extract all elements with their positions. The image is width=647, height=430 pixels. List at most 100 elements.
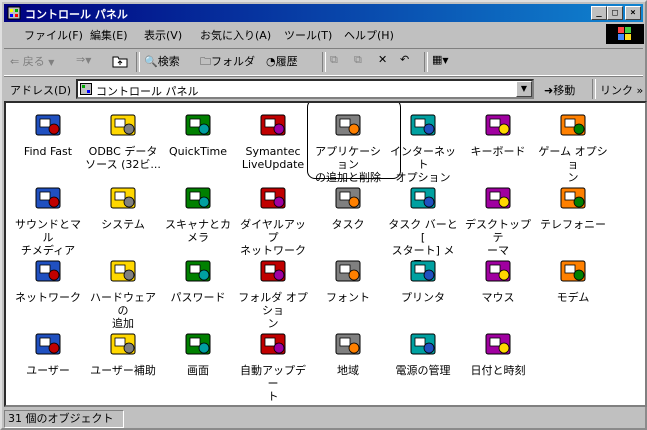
control-panel-item[interactable]: ゲーム オプショ ン [535, 109, 611, 184]
copy-to-icon: ⧉ [354, 53, 362, 66]
fonts-folder-icon [335, 260, 361, 282]
menu-view[interactable]: 表示(V) [144, 27, 182, 43]
links-button[interactable]: リンク » [600, 82, 643, 98]
history-icon: ◔ [266, 55, 276, 68]
address-field[interactable]: コントロール パネル ▼ [76, 79, 534, 99]
date-time-icon [485, 333, 511, 355]
control-panel-item[interactable]: ダイヤルアップ ネットワーク [235, 182, 311, 257]
control-panel-item[interactable]: 電源の管理 [385, 328, 461, 377]
telephony-icon [560, 187, 586, 209]
back-button[interactable]: ⇐ 戻る ▼ [10, 53, 54, 71]
folders-icon: 🗀 [200, 55, 211, 68]
search-button[interactable]: 🔍検索 [144, 53, 180, 71]
delete-button[interactable]: ✕ [378, 53, 387, 71]
address-bar: アドレス(D) コントロール パネル ▼ ➜移動 リンク » [4, 76, 643, 101]
control-panel-item-label: Find Fast [23, 145, 73, 158]
control-panel-item-label: デスクトップ テ ーマ [465, 218, 531, 257]
control-panel-item-label: 地域 [337, 364, 359, 377]
control-panel-item-label: 画面 [187, 364, 209, 377]
control-panel-item[interactable]: マウス [460, 255, 536, 304]
regional-globe-icon [335, 333, 361, 355]
control-panel-item[interactable]: キーボード [460, 109, 536, 158]
up-folder-button[interactable] [112, 53, 128, 71]
control-panel-item-label: テレフォニー [540, 218, 606, 231]
control-panel-item[interactable]: フォント [310, 255, 386, 304]
control-panel-item-label: 自動アップデー ト [240, 364, 306, 403]
undo-button[interactable]: ↶ [400, 53, 409, 71]
control-panel-item[interactable]: パスワード [160, 255, 236, 304]
add-hardware-icon [110, 260, 136, 282]
views-icon: ▦ [432, 53, 443, 66]
display-icon [185, 333, 211, 355]
control-panel-item[interactable]: QuickTime [160, 109, 236, 158]
menu-edit[interactable]: 編集(E) [90, 27, 128, 43]
folders-button[interactable]: 🗀フォルダ [200, 53, 255, 71]
control-panel-item[interactable]: プリンタ [385, 255, 461, 304]
go-arrow-icon: ➜ [544, 84, 554, 97]
up-folder-icon [112, 56, 128, 68]
forward-dropdown-icon[interactable]: ▼ [85, 56, 91, 65]
control-panel-item[interactable]: システム [85, 182, 161, 231]
close-button[interactable]: × [625, 6, 641, 20]
go-button[interactable]: ➜移動 [544, 82, 575, 98]
control-panel-item[interactable]: フォルダ オプショ ン [235, 255, 311, 330]
copy-to-button[interactable]: ⧉ [354, 53, 362, 71]
control-panel-item-label: フォルダ オプショ ン [238, 291, 308, 330]
views-button[interactable]: ▦▼ [432, 53, 449, 71]
delete-icon: ✕ [378, 53, 388, 66]
toolbar-separator [424, 52, 428, 72]
control-panel-item[interactable]: ODBC データ ソース (32ビ... [85, 109, 161, 171]
standard-toolbar: ⇐ 戻る ▼ ⇒▼ 🔍検索 🗀フォルダ ◔履歴 ⧉ ⧉ ✕ ↶ ▦▼ [4, 48, 643, 76]
control-panel-item[interactable]: サウンドとマル チメディア [10, 182, 86, 257]
control-panel-item[interactable]: タスク [310, 182, 386, 231]
internet-options-icon [410, 114, 436, 136]
title-bar[interactable]: コントロール パネル _ □ × [4, 4, 643, 22]
control-panel-item[interactable]: スキャナとカメラ [160, 182, 236, 244]
control-panel-item[interactable]: 自動アップデー ト [235, 328, 311, 403]
control-panel-item[interactable]: モデム [535, 255, 611, 304]
control-panel-item-label: ハードウェアの 追加 [90, 291, 156, 330]
control-panel-item[interactable]: ユーザー補助 [85, 328, 161, 377]
control-panel-item[interactable]: ユーザー [10, 328, 86, 377]
control-panel-item[interactable]: ハードウェアの 追加 [85, 255, 161, 330]
control-panel-item[interactable]: デスクトップ テ ーマ [460, 182, 536, 257]
network-icon [35, 260, 61, 282]
back-dropdown-icon[interactable]: ▼ [48, 58, 54, 67]
links-chevron-icon: » [633, 84, 644, 97]
back-label: 戻る [22, 55, 45, 68]
search-label: 検索 [157, 55, 180, 68]
selection-focus-box [307, 103, 401, 179]
control-panel-item[interactable]: Symantec LiveUpdate [235, 109, 311, 171]
control-panel-item-label: モデム [556, 291, 590, 304]
menu-file[interactable]: ファイル(F) [24, 27, 83, 43]
folder-options-icon [260, 260, 286, 282]
menu-help[interactable]: ヘルプ(H) [344, 27, 394, 43]
scanner-camera-icon [185, 187, 211, 209]
control-panel-item[interactable]: ネットワーク [10, 255, 86, 304]
control-panel-item[interactable]: 地域 [310, 328, 386, 377]
history-button[interactable]: ◔履歴 [266, 53, 298, 71]
control-panel-item[interactable]: Find Fast [10, 109, 86, 158]
move-to-icon: ⧉ [330, 53, 338, 66]
accessibility-icon [110, 333, 136, 355]
menu-favorites[interactable]: お気に入り(A) [200, 27, 271, 43]
control-panel-item-label: ネットワーク [15, 291, 81, 304]
control-panel-item-label: QuickTime [168, 145, 228, 158]
control-panel-item[interactable]: テレフォニー [535, 182, 611, 231]
move-to-button[interactable]: ⧉ [330, 53, 338, 71]
keyboard-icon [485, 114, 511, 136]
forward-arrow-icon: ⇒ [76, 53, 86, 66]
control-panel-item-label: システム [101, 218, 145, 231]
quicktime-icon [185, 114, 211, 136]
control-panel-item[interactable]: 画面 [160, 328, 236, 377]
menu-tools[interactable]: ツール(T) [284, 27, 332, 43]
forward-button[interactable]: ⇒▼ [76, 53, 91, 71]
maximize-button[interactable]: □ [607, 6, 623, 20]
modem-phone-icon [560, 260, 586, 282]
address-dropdown-icon[interactable]: ▼ [516, 81, 532, 97]
users-icon [35, 333, 61, 355]
speaker-icon [35, 187, 61, 209]
mouse-icon [485, 260, 511, 282]
minimize-button[interactable]: _ [591, 6, 607, 20]
control-panel-item[interactable]: 日付と時刻 [460, 328, 536, 377]
